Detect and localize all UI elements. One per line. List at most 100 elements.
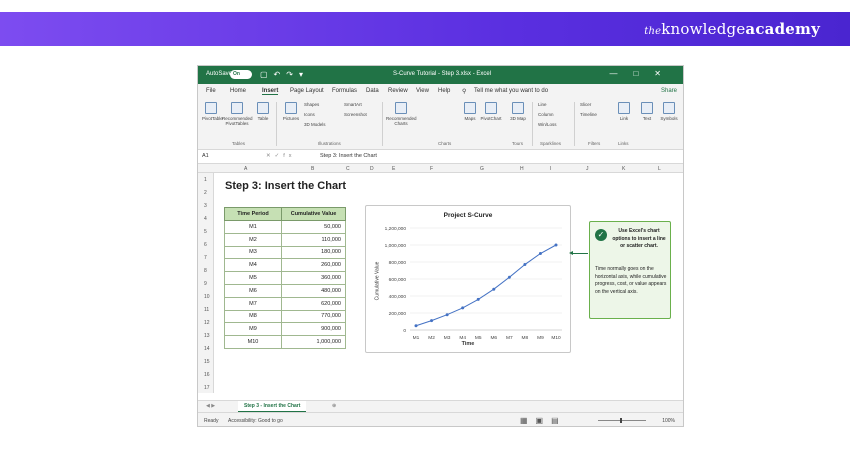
share-button[interactable]: Share (661, 88, 677, 94)
table-cell[interactable]: M1 (224, 220, 282, 234)
tab-review[interactable]: Review (388, 88, 408, 94)
recommended-pivot-icon (231, 102, 243, 114)
table-cell[interactable]: M2 (224, 232, 282, 247)
column-header[interactable]: H (520, 166, 524, 172)
column-header[interactable]: I (550, 166, 551, 172)
pivotchart-button[interactable]: PivotChart (480, 102, 502, 121)
table-cell[interactable]: M8 (224, 309, 282, 324)
text-button[interactable]: Text (640, 102, 654, 121)
zoom-level[interactable]: 100% (662, 418, 675, 424)
row-header[interactable]: 11 (204, 307, 209, 313)
table-cell[interactable]: M3 (224, 245, 282, 260)
sheet-title[interactable]: Step 3: Insert the Chart (225, 180, 346, 192)
table-cell[interactable]: 50,000 (281, 220, 346, 234)
tab-insert[interactable]: Insert (262, 88, 279, 95)
row-header[interactable]: 16 (204, 372, 210, 378)
column-header[interactable]: L (658, 166, 661, 172)
table-cell[interactable]: M5 (224, 271, 282, 285)
table-cell[interactable]: 180,000 (281, 245, 346, 260)
3d-map-button[interactable]: 3D Map (510, 102, 526, 121)
formula-input[interactable]: Step 3: Insert the Chart (320, 153, 377, 159)
tab-view[interactable]: View (416, 88, 429, 94)
pivottable-button[interactable]: PivotTable (202, 102, 223, 121)
table-cell[interactable]: 770,000 (281, 309, 346, 324)
row-header[interactable]: 4 (204, 216, 207, 222)
icons-button[interactable]: Icons (304, 112, 332, 117)
tab-formulas[interactable]: Formulas (332, 88, 357, 94)
tab-file[interactable]: File (206, 88, 216, 94)
name-box[interactable]: A1 (202, 153, 244, 159)
quick-access-icons[interactable]: ▢↶↷▾ (260, 70, 309, 79)
data-point (538, 252, 542, 255)
column-header[interactable]: G (480, 166, 484, 172)
chart-object[interactable]: Project S-Curve Cumulative Value Time 02… (365, 205, 571, 353)
table-cell[interactable]: M9 (224, 322, 282, 337)
column-header[interactable]: A (244, 166, 247, 172)
table-header[interactable]: Time Period (224, 207, 282, 221)
row-header[interactable]: 13 (204, 333, 210, 339)
timeline-button[interactable]: Timeline (580, 112, 608, 117)
window-controls[interactable]: —□✕ (609, 69, 677, 78)
row-header[interactable]: 12 (204, 320, 210, 326)
table-cell[interactable]: 900,000 (281, 322, 346, 337)
row-header[interactable]: 3 (204, 203, 207, 209)
table-cell[interactable]: M4 (224, 258, 282, 273)
table-cell[interactable]: 260,000 (281, 258, 346, 273)
table-cell[interactable]: M6 (224, 283, 282, 298)
row-header[interactable]: 14 (204, 346, 210, 352)
slicer-button[interactable]: Slicer (580, 102, 604, 107)
column-header[interactable]: J (586, 166, 589, 172)
table-cell[interactable]: 110,000 (281, 232, 346, 247)
column-header[interactable]: F (430, 166, 433, 172)
smartart-button[interactable]: SmartArt (344, 102, 372, 107)
symbols-button[interactable]: Symbols (658, 102, 680, 121)
autosave-toggle[interactable]: On (230, 70, 252, 79)
tab-scroll-arrows[interactable]: ◀ ▶ (206, 403, 215, 409)
recommended-charts-button[interactable]: Recommended Charts (386, 102, 417, 126)
search-box[interactable]: Tell me what you want to do (474, 88, 548, 94)
pictures-button[interactable]: Pictures (282, 102, 300, 121)
sparkline-line-button[interactable]: Line (538, 102, 560, 107)
row-header[interactable]: 7 (204, 255, 207, 261)
table-cell[interactable]: M7 (224, 296, 282, 311)
link-button[interactable]: Link (616, 102, 632, 121)
row-header[interactable]: 10 (204, 294, 210, 300)
fx-icon[interactable]: ✕✓fx (266, 153, 296, 159)
column-header[interactable]: D (370, 166, 374, 172)
search-icon[interactable]: ⚲ (462, 88, 466, 95)
table-cell[interactable]: 480,000 (281, 283, 346, 298)
column-header[interactable]: K (622, 166, 625, 172)
shapes-button[interactable]: Shapes (304, 102, 332, 107)
table-cell[interactable]: 620,000 (281, 296, 346, 311)
tab-home[interactable]: Home (230, 88, 246, 94)
table-cell[interactable]: 360,000 (281, 271, 346, 285)
row-header[interactable]: 2 (204, 190, 207, 196)
row-header[interactable]: 5 (204, 229, 207, 235)
row-header[interactable]: 9 (204, 281, 207, 287)
column-header[interactable]: E (392, 166, 395, 172)
view-mode-icons[interactable]: ▦▣▤ (520, 416, 567, 425)
tab-page-layout[interactable]: Page Layout (290, 88, 324, 94)
row-header[interactable]: 6 (204, 242, 207, 248)
table-cell[interactable]: M10 (224, 335, 282, 349)
sparkline-column-button[interactable]: Column (538, 112, 564, 117)
column-header[interactable]: C (346, 166, 350, 172)
table-cell[interactable]: 1,000,000 (281, 335, 346, 349)
column-header[interactable]: B (311, 166, 314, 172)
recommended-pivottables-button[interactable]: Recommended PivotTables (222, 102, 253, 126)
screenshot-button[interactable]: Screenshot (344, 112, 378, 117)
3d-models-button[interactable]: 3D Models (304, 122, 338, 127)
row-header[interactable]: 8 (204, 268, 207, 274)
accessibility-status[interactable]: Accessibility: Good to go (228, 418, 283, 424)
row-header[interactable]: 1 (204, 177, 207, 183)
zoom-slider[interactable] (598, 418, 646, 423)
table-button[interactable]: Table (256, 102, 270, 121)
sparkline-winloss-button[interactable]: Win/Loss (538, 122, 568, 127)
row-header[interactable]: 15 (204, 359, 210, 365)
add-sheet-icon[interactable]: ⊕ (332, 403, 336, 409)
table-header[interactable]: Cumulative Value (281, 207, 346, 221)
tab-data[interactable]: Data (366, 88, 379, 94)
tab-help[interactable]: Help (438, 88, 450, 94)
maps-button[interactable]: Maps (462, 102, 478, 121)
row-header[interactable]: 17 (204, 385, 210, 391)
